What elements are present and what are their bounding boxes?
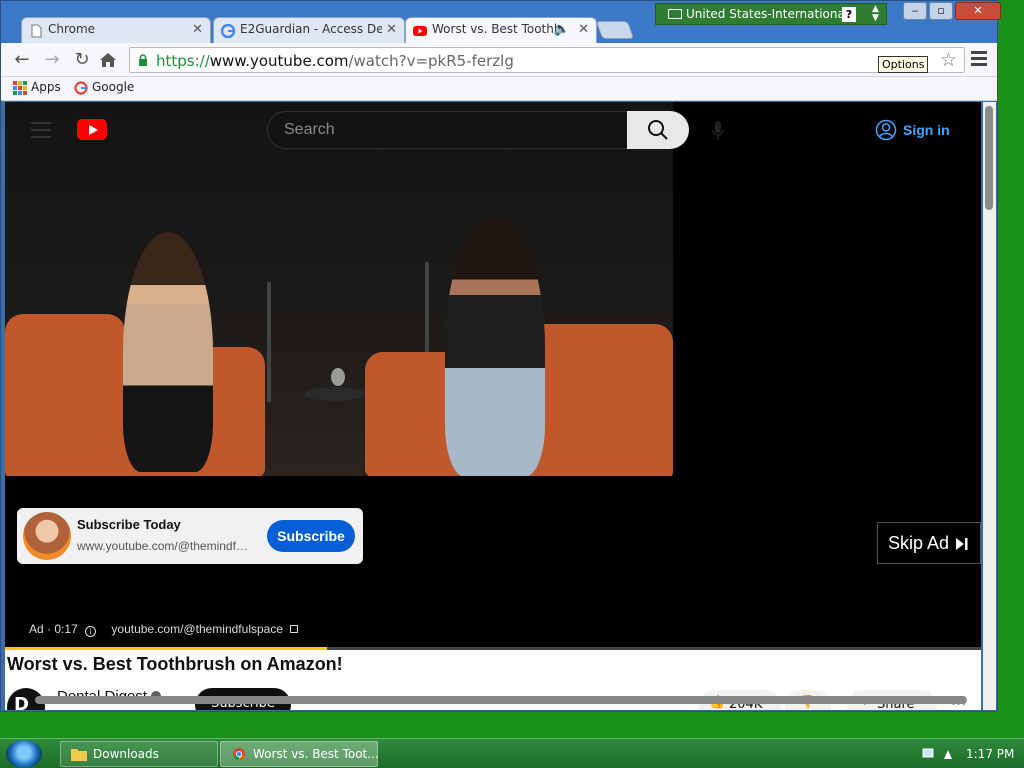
- speaker-icon: 🔈: [553, 22, 570, 37]
- scrollbar-thumb[interactable]: [985, 106, 993, 210]
- video-player[interactable]: Search Sign in Subscribe Today www.youtu…: [5, 102, 981, 650]
- bookmark-star-icon[interactable]: ☆: [940, 49, 957, 71]
- chrome-menu-button[interactable]: [971, 51, 987, 67]
- info-icon[interactable]: i: [85, 626, 97, 637]
- reload-button[interactable]: ↻: [71, 49, 93, 71]
- ad-link[interactable]: youtube.com/@themindfulspace: [111, 622, 283, 636]
- maximize-button[interactable]: ▫: [929, 2, 953, 20]
- close-icon[interactable]: ✕: [386, 22, 397, 37]
- ad-progress-bar[interactable]: [5, 647, 981, 650]
- browser-window: Chrome ✕ E2Guardian - Access Denied ✕ Wo…: [0, 0, 1001, 712]
- youtube-icon: [413, 26, 427, 36]
- skip-ad-button[interactable]: Skip Ad: [877, 522, 981, 564]
- keyboard-icon: [668, 9, 682, 19]
- tab-youtube[interactable]: Worst vs. Best Toothbrush 🔈 ✕: [405, 17, 597, 43]
- tab-label: Worst vs. Best Toothbrush: [432, 22, 560, 36]
- sign-in-button[interactable]: Sign in: [873, 118, 950, 142]
- folder-icon: [71, 749, 87, 761]
- minimize-button[interactable]: ‒: [903, 2, 927, 20]
- ad-subscribe-button[interactable]: Subscribe: [267, 520, 355, 552]
- ad-avatar: [23, 512, 71, 560]
- google-icon: [221, 24, 235, 38]
- tab-label: Chrome: [48, 22, 96, 36]
- far-right-chair: [525, 324, 673, 476]
- youtube-logo-icon[interactable]: [77, 119, 107, 140]
- tray-network-icon[interactable]: [922, 746, 956, 762]
- help-icon[interactable]: ?: [842, 7, 856, 22]
- horizontal-scrollbar[interactable]: [35, 696, 967, 704]
- home-button[interactable]: [99, 52, 117, 68]
- apps-grid-icon: [13, 81, 27, 95]
- close-icon[interactable]: ✕: [192, 22, 203, 37]
- page-icon: [31, 24, 42, 38]
- chrome-icon: [232, 747, 246, 761]
- url-text: https://www.youtube.com/watch?v=pkR5-fer…: [156, 52, 514, 70]
- tab-chrome[interactable]: Chrome ✕: [21, 17, 211, 43]
- taskbar-chrome[interactable]: Worst vs. Best Toot...: [220, 741, 378, 767]
- language-label: United States-International: [686, 7, 849, 21]
- youtube-page: Search Sign in Subscribe Today www.youtu…: [5, 102, 981, 710]
- address-bar[interactable]: https://www.youtube.com/watch?v=pkR5-fer…: [129, 47, 965, 73]
- bookmarks-bar: Apps Google: [1, 77, 997, 101]
- video-frame[interactable]: [5, 102, 673, 476]
- guest-right: [445, 217, 545, 476]
- ad-timer: Ad · 0:17: [29, 622, 78, 636]
- ad-progress-fill: [5, 647, 328, 650]
- taskbar-label: Downloads: [93, 747, 159, 761]
- google-icon: [74, 81, 88, 95]
- account-icon: [875, 119, 897, 141]
- ad-title: Subscribe Today: [77, 517, 181, 532]
- start-button[interactable]: [6, 740, 42, 768]
- taskbar: Downloads Worst vs. Best Toot... 1:17 PM: [0, 738, 1024, 768]
- menu-icon[interactable]: [31, 122, 51, 143]
- search-input[interactable]: Search: [267, 111, 629, 149]
- sign-in-label: Sign in: [903, 122, 950, 138]
- youtube-header: Search Sign in: [5, 102, 981, 158]
- bookmark-google[interactable]: Google: [74, 80, 135, 95]
- ad-card[interactable]: Subscribe Today www.youtube.com/@themind…: [17, 508, 363, 564]
- forward-button[interactable]: →: [41, 49, 63, 71]
- bookmark-label: Google: [92, 80, 135, 94]
- back-button[interactable]: ←: [11, 49, 33, 71]
- host-left: [123, 232, 213, 472]
- video-title: Worst vs. Best Toothbrush on Amazon!: [7, 654, 343, 674]
- taskbar-label: Worst vs. Best Toot...: [253, 747, 378, 761]
- skip-icon: [956, 538, 968, 550]
- table-vase: [331, 368, 345, 386]
- language-bar[interactable]: United States-International ? ▲ ▼: [655, 3, 887, 25]
- lock-icon: [139, 54, 147, 66]
- skip-ad-label: Skip Ad: [888, 533, 950, 553]
- ad-url: www.youtube.com/@themindfulspace: [77, 539, 253, 553]
- tab-label: E2Guardian - Access Denied: [240, 22, 382, 36]
- microphone-icon[interactable]: [711, 120, 725, 142]
- system-clock[interactable]: 1:17 PM: [966, 747, 1014, 761]
- taskbar-downloads[interactable]: Downloads: [60, 741, 218, 767]
- browser-toolbar: ← → ↻ https://www.youtube.com/watch?v=pk…: [1, 43, 997, 77]
- external-link-icon: [290, 625, 299, 633]
- close-window-button[interactable]: ✕: [955, 2, 1001, 20]
- langbar-options-icon[interactable]: ▲ ▼: [872, 5, 879, 23]
- close-icon[interactable]: ✕: [578, 22, 589, 37]
- bookmark-apps[interactable]: Apps: [13, 80, 61, 95]
- bookmark-label: Apps: [31, 80, 61, 94]
- vertical-scrollbar[interactable]: [983, 102, 996, 710]
- search-button[interactable]: [627, 111, 689, 149]
- tab-e2guardian[interactable]: E2Guardian - Access Denied ✕: [213, 17, 405, 43]
- new-tab-button[interactable]: [595, 21, 635, 39]
- search-icon: [648, 120, 668, 140]
- ad-info: Ad · 0:17 i youtube.com/@themindfulspace: [29, 622, 299, 637]
- side-table: [305, 387, 365, 401]
- options-tooltip: Options: [878, 56, 929, 73]
